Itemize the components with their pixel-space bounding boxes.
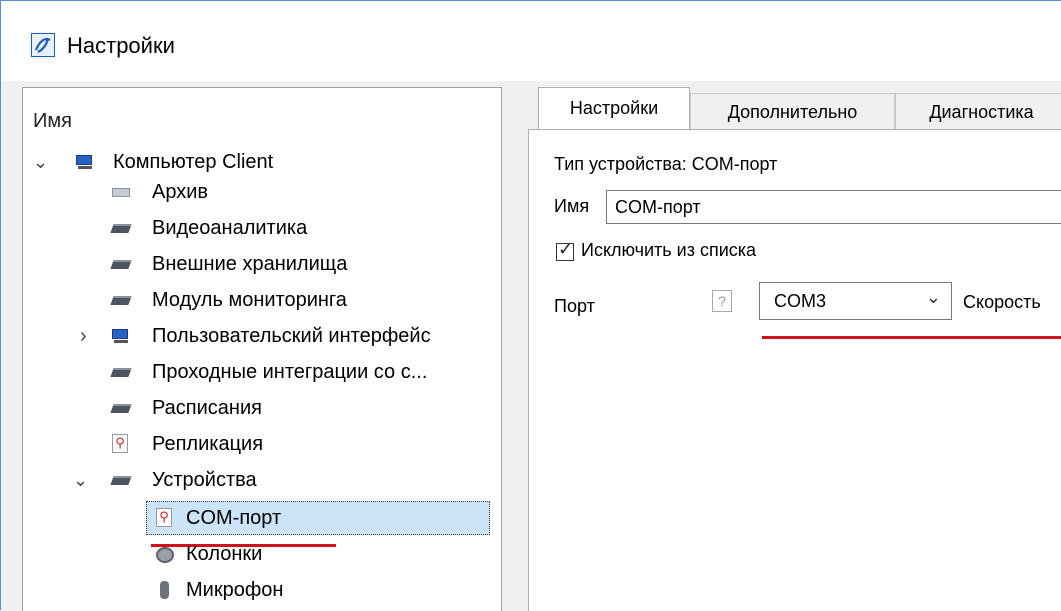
tab-diagnostics[interactable]: Диагностика bbox=[895, 93, 1061, 129]
tab-settings[interactable]: Настройки bbox=[538, 87, 690, 130]
tab-advanced[interactable]: Дополнительно bbox=[690, 93, 895, 129]
server-icon bbox=[110, 257, 132, 271]
speed-label: Скорость bbox=[963, 292, 1041, 312]
tree-item-label: Микрофон bbox=[186, 579, 284, 601]
tree-item-label: Колонки bbox=[186, 543, 263, 565]
chevron-down-icon: ⌄ bbox=[925, 287, 941, 307]
name-label: Имя bbox=[554, 196, 590, 216]
chevron-down-icon[interactable]: ⌄ bbox=[73, 465, 88, 495]
server-icon bbox=[110, 293, 132, 307]
antenna-icon: ⚲ bbox=[156, 508, 174, 527]
tree-item-external-storage[interactable]: Внешние хранилища bbox=[23, 249, 493, 279]
computer-icon bbox=[76, 155, 94, 169]
tree-item-label: Проходные интеграции со с... bbox=[152, 361, 428, 383]
archive-icon bbox=[112, 185, 130, 199]
port-select[interactable]: COM3 ⌄ bbox=[759, 282, 952, 320]
tree-item-archive[interactable]: Архив bbox=[23, 177, 493, 207]
tree-item-speakers[interactable]: Колонки bbox=[23, 539, 493, 569]
tree-item-devices[interactable]: ⌄ Устройства bbox=[23, 465, 493, 495]
window-title: Настройки bbox=[67, 33, 175, 58]
title-bar: Настройки bbox=[1, 1, 1061, 81]
chevron-right-icon[interactable]: › bbox=[80, 321, 87, 351]
port-label: Порт bbox=[554, 296, 595, 316]
tree-item-label: Архив bbox=[152, 181, 209, 203]
device-type-text: Тип устройства: COM-порт bbox=[554, 154, 778, 174]
tree-item-label: Репликация bbox=[152, 433, 264, 455]
checkmark-icon: ✓ bbox=[558, 239, 574, 259]
monitor-icon bbox=[112, 329, 130, 343]
window-content: Имя ⌄ Компьютер Client Архив Видеоаналит… bbox=[1, 81, 1061, 611]
settings-tabs: Настройки Дополнительно Диагностика bbox=[528, 87, 1061, 130]
tree-item-label: Внешние хранилища bbox=[152, 253, 348, 275]
speaker-icon bbox=[156, 547, 174, 563]
antenna-icon: ⚲ bbox=[112, 434, 130, 453]
tree-item-label: Модуль мониторинга bbox=[152, 289, 347, 311]
tree-item-label: Расписания bbox=[152, 397, 262, 419]
port-selected-value: COM3 bbox=[774, 291, 827, 311]
tree-item-label: Видеоаналитика bbox=[152, 217, 308, 239]
tree-item-schedules[interactable]: Расписания bbox=[23, 393, 493, 423]
tab-panel-settings: Тип устройства: COM-порт Имя ✓ Исключить… bbox=[528, 129, 1061, 611]
tree-item-label: Пользовательский интерфейс bbox=[152, 325, 431, 347]
tree-item-microphone[interactable]: Микрофон bbox=[23, 575, 493, 605]
settings-window: Настройки Имя ⌄ Компьютер Client Архив В… bbox=[0, 0, 1061, 611]
server-icon bbox=[110, 221, 132, 235]
tree-item-label: COM-порт bbox=[186, 507, 282, 529]
tree-item-monitoring-module[interactable]: Модуль мониторинга bbox=[23, 285, 493, 315]
server-icon bbox=[110, 401, 132, 415]
highlight-underline bbox=[762, 336, 1061, 339]
name-field[interactable] bbox=[606, 190, 1061, 224]
server-icon bbox=[110, 365, 132, 379]
object-tree[interactable]: Имя ⌄ Компьютер Client Архив Видеоаналит… bbox=[22, 87, 502, 611]
help-icon[interactable]: ? bbox=[712, 290, 732, 312]
tree-item-user-interface[interactable]: › Пользовательский интерфейс bbox=[23, 321, 493, 351]
exclude-checkbox[interactable]: ✓ bbox=[556, 239, 574, 261]
app-logo-icon bbox=[31, 33, 55, 57]
tree-item-replication[interactable]: ⚲ Репликация bbox=[23, 429, 493, 459]
tree-item-com-port[interactable]: ⚲ COM-порт bbox=[23, 503, 493, 533]
server-icon bbox=[110, 473, 132, 487]
exclude-checkbox-label[interactable]: Исключить из списка bbox=[581, 240, 756, 261]
tree-item-video-analytics[interactable]: Видеоаналитика bbox=[23, 213, 493, 243]
tree-item-label: Компьютер Client bbox=[113, 151, 274, 173]
microphone-icon bbox=[156, 581, 174, 599]
chevron-down-icon[interactable]: ⌄ bbox=[33, 147, 48, 177]
tree-item-pass-through-integrations[interactable]: Проходные интеграции со с... bbox=[23, 357, 493, 387]
tree-column-header[interactable]: Имя bbox=[33, 110, 72, 133]
tree-item-computer[interactable]: ⌄ Компьютер Client bbox=[23, 147, 493, 177]
tree-item-label: Устройства bbox=[152, 469, 257, 491]
